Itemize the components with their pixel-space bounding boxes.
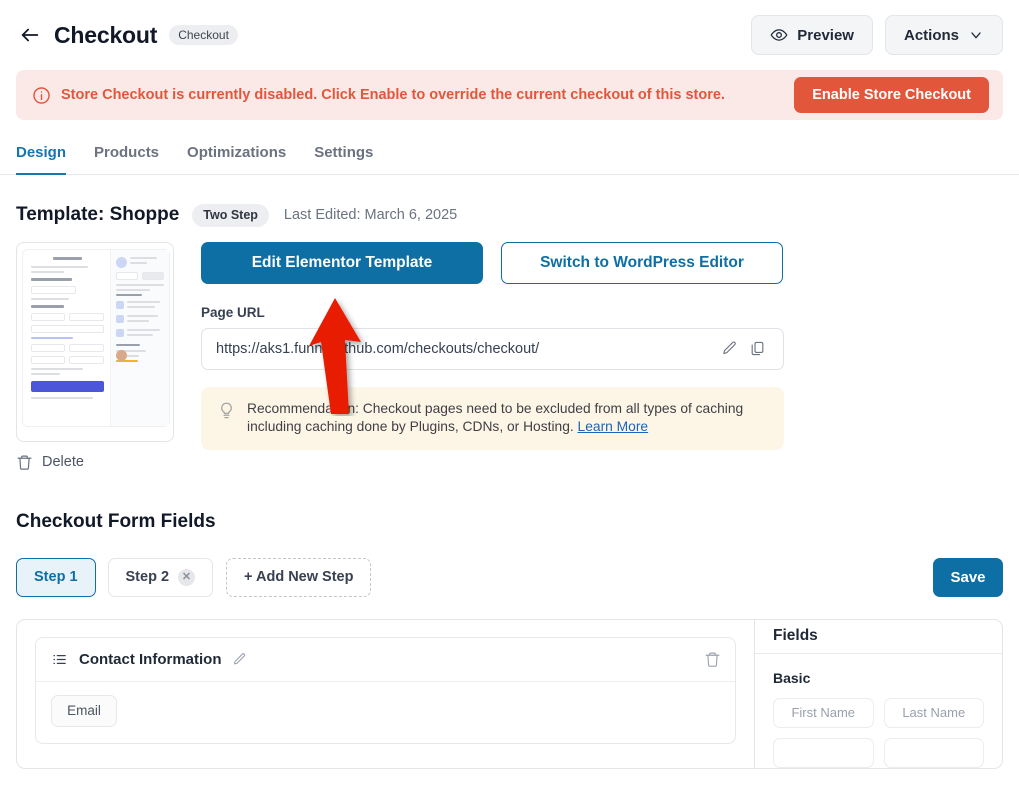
fields-group-basic-grid: First Name Last Name [773, 697, 984, 768]
recommendation-body: Recommendation: Checkout pages need to b… [247, 400, 744, 434]
field-chip-email[interactable]: Email [51, 694, 117, 727]
edit-elementor-template-button[interactable]: Edit Elementor Template [201, 241, 483, 284]
step-tab-2[interactable]: Step 2 ✕ [107, 557, 214, 597]
switch-to-wordpress-editor-button[interactable]: Switch to WordPress Editor [501, 241, 783, 284]
trash-icon [16, 454, 33, 471]
page-header: Checkout Checkout Preview Actions [0, 0, 1019, 66]
fields-sidebar-body: Basic First Name Last Name [755, 654, 1002, 768]
alert-message: Store Checkout is currently disabled. Cl… [61, 87, 725, 103]
template-actions-column: Edit Elementor Template Switch to WordPr… [201, 241, 784, 471]
add-new-step-button[interactable]: + Add New Step [226, 557, 372, 597]
template-title: Template: Shoppe [16, 204, 180, 226]
page-title: Checkout [54, 21, 158, 48]
template-body: Delete Edit Elementor Template Switch to… [0, 241, 1019, 471]
preview-label: Preview [797, 26, 854, 44]
copy-icon[interactable] [743, 335, 771, 363]
save-button[interactable]: Save [933, 557, 1003, 597]
step-tab-1[interactable]: Step 1 [16, 557, 96, 597]
step-1-label: Step 1 [34, 569, 78, 585]
available-field-4[interactable] [883, 737, 984, 768]
actions-label: Actions [903, 26, 959, 44]
store-disabled-alert: Store Checkout is currently disabled. Cl… [16, 70, 1003, 120]
eye-icon [770, 26, 788, 44]
checkout-editor-page: Checkout Checkout Preview Actions Store … [0, 0, 1019, 785]
available-field-3[interactable] [773, 737, 874, 768]
template-thumbnail-column: Delete [16, 241, 174, 471]
lightbulb-icon [217, 400, 236, 436]
page-title-chip: Checkout [169, 25, 238, 45]
trash-icon[interactable] [704, 651, 721, 668]
section-name: Contact Information [79, 650, 222, 668]
main-tabs: Design Products Optimizations Settings [0, 144, 1019, 175]
fields-sidebar: Fields Basic First Name Last Name [754, 619, 1002, 768]
template-last-edited: Last Edited: March 6, 2025 [283, 207, 458, 224]
thumbnail-left-column [23, 250, 110, 426]
learn-more-link[interactable]: Learn More [578, 419, 649, 434]
fields-sidebar-title: Fields [755, 620, 1002, 654]
template-thumbnail[interactable] [16, 241, 174, 442]
preview-button[interactable]: Preview [751, 15, 873, 55]
template-type-chip: Two Step [192, 204, 269, 227]
pencil-icon[interactable] [232, 652, 247, 667]
page-url-field[interactable]: https://aks1.funnelkithub.com/checkouts/… [201, 327, 784, 370]
available-field-last-name[interactable]: Last Name [883, 697, 984, 728]
tab-design[interactable]: Design [16, 144, 80, 175]
pencil-icon[interactable] [715, 335, 743, 363]
section-header: Contact Information [36, 638, 735, 682]
form-builder-canvas: Contact Information Email [17, 620, 754, 768]
thumbnail-right-column [109, 249, 169, 426]
checkout-form-fields-title: Checkout Form Fields [16, 510, 216, 532]
actions-button[interactable]: Actions [884, 15, 1003, 55]
info-circle-icon [32, 86, 51, 105]
template-button-row: Edit Elementor Template Switch to WordPr… [201, 241, 784, 284]
template-header: Template: Shoppe Two Step Last Edited: M… [0, 204, 1019, 227]
delete-label: Delete [42, 454, 84, 470]
caching-recommendation: Recommendation: Checkout pages need to b… [201, 386, 784, 450]
list-icon [51, 651, 68, 668]
tab-products[interactable]: Products [80, 144, 173, 174]
recommendation-text: Recommendation: Checkout pages need to b… [247, 400, 770, 436]
delete-template-button[interactable]: Delete [16, 454, 174, 471]
chevron-down-icon [968, 27, 984, 43]
fields-group-basic-title: Basic [773, 669, 811, 686]
steps-row: Step 1 Step 2 ✕ + Add New Step Save [0, 557, 1019, 597]
step-2-label: Step 2 [125, 569, 170, 585]
tab-settings[interactable]: Settings [300, 144, 387, 174]
page-url-label: Page URL [201, 304, 265, 320]
close-icon[interactable]: ✕ [178, 568, 196, 586]
contact-information-section: Contact Information Email [35, 636, 736, 744]
available-field-first-name[interactable]: First Name [773, 697, 874, 728]
enable-store-checkout-button[interactable]: Enable Store Checkout [794, 77, 989, 113]
thumbnail-preview [22, 248, 170, 427]
page-url-value: https://aks1.funnelkithub.com/checkouts/… [216, 340, 540, 357]
arrow-left-icon[interactable] [16, 21, 44, 49]
form-builder: Contact Information Email Fields Basic F… [16, 618, 1003, 769]
tab-optimizations[interactable]: Optimizations [173, 144, 300, 174]
section-fields: Email [36, 682, 735, 743]
